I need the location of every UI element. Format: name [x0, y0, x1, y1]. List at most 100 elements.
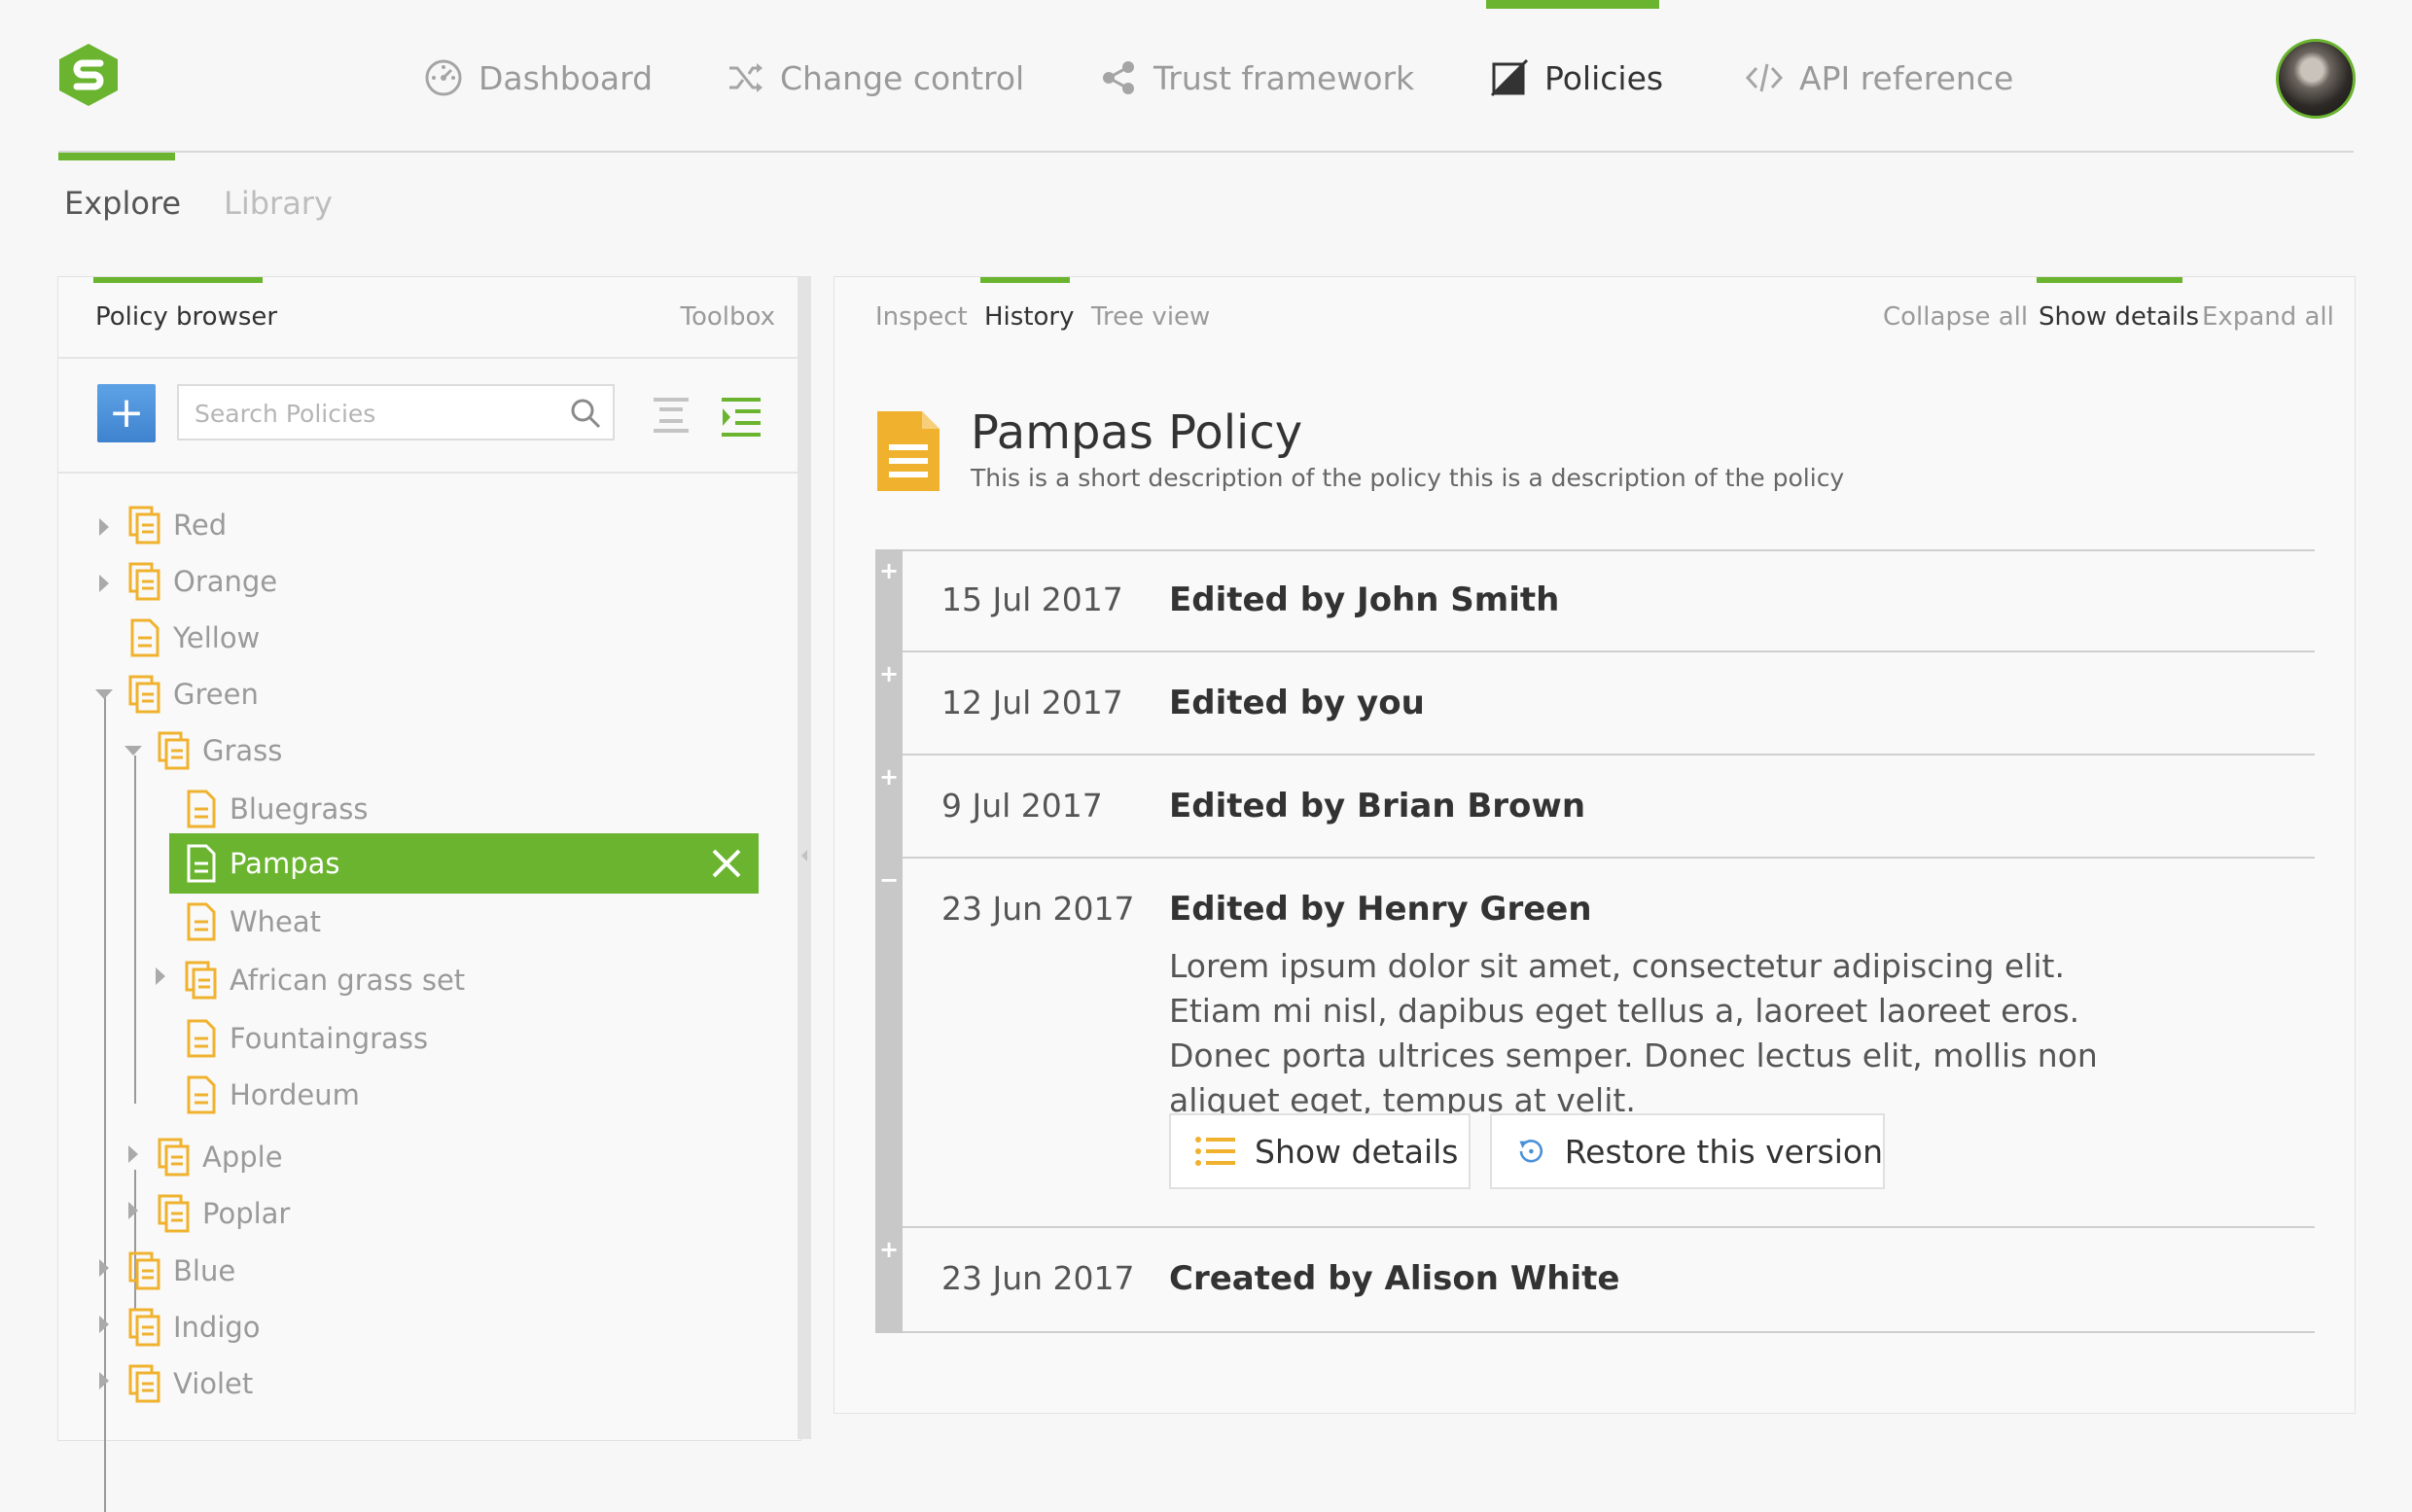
toolbox-tab[interactable]: Toolbox	[681, 302, 776, 332]
collapse-caret-grass[interactable]	[124, 746, 142, 756]
history-row-expanded[interactable]: − 23 Jun 2017 Edited by Henry Green Lore…	[875, 859, 2315, 1228]
policy-document-icon	[187, 1019, 216, 1058]
tree-item-hordeum[interactable]: Hordeum	[185, 1072, 360, 1117]
center-list-view-icon[interactable]	[652, 396, 691, 435]
tree-item-yellow[interactable]: Yellow	[128, 615, 260, 660]
show-details-toggle[interactable]: Show details	[2039, 302, 2199, 332]
nav-change-control[interactable]: Change control	[726, 53, 1024, 102]
history-toggle[interactable]: +	[875, 756, 903, 859]
history-toggle[interactable]: −	[875, 859, 903, 1228]
tree-item-african-grass-set[interactable]: African grass set	[185, 958, 465, 1002]
tree-item-orange[interactable]: Orange	[128, 559, 277, 604]
expand-caret-apple[interactable]	[128, 1145, 138, 1163]
subtab-library[interactable]: Library	[224, 185, 333, 222]
code-icon	[1745, 58, 1784, 97]
search-icon[interactable]	[570, 398, 601, 429]
policy-group-icon	[185, 961, 217, 1000]
tree-item-poplar[interactable]: Poplar	[158, 1191, 290, 1236]
history-row[interactable]: + 9 Jul 2017 Edited by Brian Brown	[875, 756, 2315, 859]
tree-item-label: Fountaingrass	[230, 1022, 429, 1055]
expand-plus-icon: +	[878, 660, 900, 687]
tree-item-indigo[interactable]: Indigo	[128, 1305, 261, 1350]
tree-item-blue[interactable]: Blue	[128, 1248, 235, 1293]
expand-caret-violet[interactable]	[99, 1372, 109, 1389]
policy-browser-header: Policy browser Toolbox	[58, 277, 800, 359]
tree-item-grass[interactable]: Grass	[158, 728, 282, 773]
policy-document-icon	[187, 1075, 216, 1114]
policy-group-icon	[158, 731, 190, 770]
search-policies-input[interactable]	[193, 386, 547, 440]
tree-item-label: Poplar	[202, 1197, 291, 1230]
history-toggle[interactable]: +	[875, 652, 903, 756]
expand-caret-orange[interactable]	[99, 575, 109, 592]
user-avatar[interactable]	[2276, 39, 2356, 119]
history-toggle[interactable]: +	[875, 549, 903, 652]
nav-trust-framework[interactable]: Trust framework	[1099, 53, 1414, 102]
expand-caret-indigo[interactable]	[99, 1316, 109, 1333]
tree-item-label: Pampas	[230, 847, 340, 880]
tree-item-wheat[interactable]: Wheat	[185, 899, 321, 944]
tree-item-label: African grass set	[230, 964, 466, 997]
policy-browser-title[interactable]: Policy browser	[95, 302, 277, 332]
history-author: Created by Alison White	[1169, 1259, 1620, 1298]
tab-inspect[interactable]: Inspect	[875, 302, 968, 332]
restore-history-icon	[1519, 1140, 1543, 1163]
tree-item-label: Hordeum	[230, 1078, 360, 1111]
expand-caret-african-grass-set[interactable]	[156, 967, 165, 985]
tree-item-label: Bluegrass	[230, 792, 369, 826]
tab-history[interactable]: History	[984, 302, 1075, 332]
add-policy-button[interactable]: +	[97, 384, 156, 442]
panel-resize-handle[interactable]	[798, 276, 811, 1439]
expand-caret-blue[interactable]	[99, 1259, 109, 1277]
subtab-active-indicator	[58, 153, 175, 160]
close-icon[interactable]	[710, 847, 743, 880]
policy-title: Pampas Policy	[971, 405, 1303, 460]
nav-policies-label: Policies	[1544, 58, 1664, 97]
tree-item-fountaingrass[interactable]: Fountaingrass	[185, 1016, 428, 1061]
tab-tree-view[interactable]: Tree view	[1091, 302, 1210, 332]
subtab-explore[interactable]: Explore	[64, 185, 181, 222]
policy-group-icon	[128, 1364, 160, 1403]
tree-item-violet[interactable]: Violet	[128, 1361, 253, 1406]
tree-item-pampas[interactable]: Pampas	[185, 841, 340, 886]
history-tab-indicator	[980, 277, 1070, 283]
tree-item-apple[interactable]: Apple	[158, 1135, 283, 1179]
tree-item-red[interactable]: Red	[128, 503, 227, 547]
tree-item-green[interactable]: Green	[128, 672, 259, 717]
tree-item-label: Indigo	[173, 1311, 261, 1344]
tree-item-pampas-selected[interactable]: Pampas	[169, 833, 759, 894]
expand-all-button[interactable]: Expand all	[2202, 302, 2334, 332]
tree-item-label: Orange	[173, 565, 278, 598]
policy-group-icon	[128, 506, 160, 545]
expand-caret-red[interactable]	[99, 518, 109, 536]
tree-item-label: Blue	[173, 1254, 236, 1287]
show-details-button[interactable]: Show details	[1169, 1113, 1471, 1189]
nav-policies[interactable]: Policies	[1490, 53, 1663, 102]
expand-plus-icon: +	[878, 1236, 900, 1263]
share-nodes-icon	[1099, 58, 1138, 97]
collapse-all-button[interactable]: Collapse all	[1883, 302, 2028, 332]
show-details-label: Show details	[1255, 1132, 1459, 1171]
nav-dashboard-label: Dashboard	[479, 58, 654, 97]
expand-caret-poplar[interactable]	[128, 1202, 138, 1219]
history-date: 9 Jul 2017	[941, 787, 1103, 825]
history-date: 15 Jul 2017	[941, 580, 1123, 618]
nav-active-indicator	[1486, 0, 1659, 9]
tree-item-bluegrass[interactable]: Bluegrass	[185, 787, 369, 831]
restore-version-button[interactable]: Restore this version	[1490, 1113, 1885, 1189]
collapse-caret-green[interactable]	[95, 689, 113, 699]
policy-square-icon	[1490, 58, 1529, 97]
tree-item-label: Yellow	[173, 621, 261, 654]
nav-api-reference[interactable]: API reference	[1745, 53, 2013, 102]
app-logo-icon[interactable]	[57, 42, 120, 108]
history-row[interactable]: + 12 Jul 2017 Edited by you	[875, 652, 2315, 756]
nav-change-control-label: Change control	[780, 58, 1025, 97]
top-navigation: Dashboard Change control Trust framework…	[0, 0, 2412, 156]
indented-list-view-icon[interactable]	[720, 396, 763, 439]
restore-version-label: Restore this version	[1564, 1132, 1883, 1171]
history-row[interactable]: + 15 Jul 2017 Edited by John Smith	[875, 549, 2315, 652]
shuffle-icon	[726, 58, 764, 97]
history-toggle[interactable]: +	[875, 1228, 903, 1333]
history-row[interactable]: + 23 Jun 2017 Created by Alison White	[875, 1228, 2315, 1333]
nav-dashboard[interactable]: Dashboard	[424, 53, 653, 102]
